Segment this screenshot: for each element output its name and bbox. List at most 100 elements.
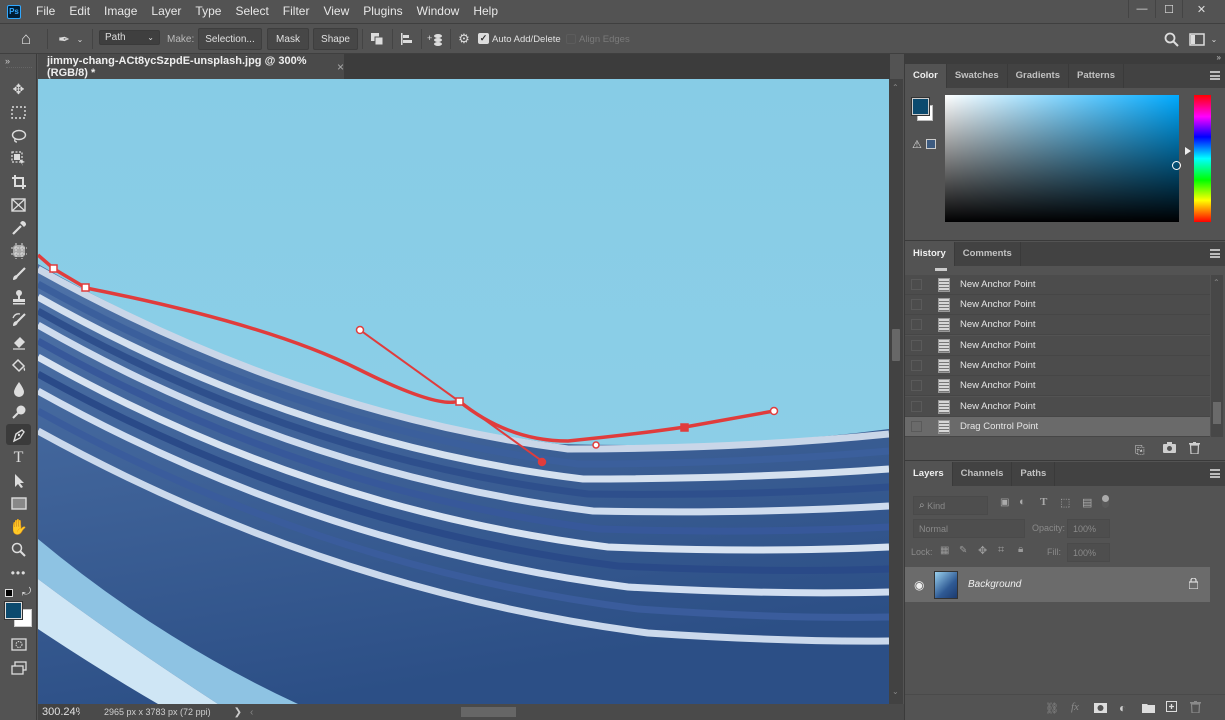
tab-comments[interactable]: Comments (955, 242, 1021, 266)
filter-smart-object-icon[interactable]: ▤ (1082, 496, 1092, 509)
hand-tool-icon[interactable]: ✋ (6, 516, 31, 537)
path-mode-select[interactable]: Path ⌄ (99, 30, 160, 45)
history-checkbox[interactable] (911, 380, 922, 391)
add-mask-icon[interactable] (1094, 702, 1107, 716)
scroll-left-icon[interactable]: ‹ (250, 707, 253, 718)
tab-channels[interactable]: Channels (953, 462, 1013, 486)
menu-window[interactable]: Window (410, 0, 467, 23)
history-item[interactable]: New Anchor Point (905, 336, 1210, 356)
path-alignment-icon[interactable] (399, 28, 415, 50)
collapse-panels-icon[interactable]: » (1217, 53, 1221, 62)
paint-bucket-tool-icon[interactable] (6, 355, 31, 376)
menu-plugins[interactable]: Plugins (356, 0, 409, 23)
lasso-tool-icon[interactable] (6, 125, 31, 146)
menu-layer[interactable]: Layer (144, 0, 188, 23)
history-checkbox[interactable] (911, 340, 922, 351)
screen-mode-icon[interactable] (6, 657, 31, 678)
menu-view[interactable]: View (316, 0, 356, 23)
workspace-icon[interactable] (1188, 28, 1206, 50)
scroll-up-icon[interactable]: ⌃ (892, 83, 899, 92)
more-tools-icon[interactable]: ••• (6, 562, 31, 583)
new-layer-icon[interactable] (1166, 701, 1177, 715)
menu-file[interactable]: File (29, 0, 62, 23)
filter-pixel-icon[interactable]: ▣ (1000, 497, 1009, 508)
zoom-level[interactable]: 300.24% (38, 704, 80, 720)
type-tool-icon[interactable]: T (6, 447, 31, 468)
new-document-from-state-icon[interactable]: ⎘ (1135, 443, 1145, 458)
history-item[interactable]: New Anchor Point (905, 376, 1210, 396)
link-layers-icon[interactable]: ⛓ (1045, 702, 1059, 715)
home-icon[interactable]: ⌂ (15, 28, 37, 50)
history-checkbox[interactable] (911, 401, 922, 412)
camera-icon[interactable] (1163, 442, 1176, 456)
chevron-down-icon[interactable]: ⌄ (1209, 28, 1219, 50)
menu-help[interactable]: Help (466, 0, 505, 23)
history-scrollbar-thumb[interactable] (1213, 402, 1221, 424)
align-edges-checkbox[interactable] (566, 34, 576, 44)
tab-history[interactable]: History (905, 242, 955, 266)
vertical-scrollbar[interactable]: ⌃ ⌄ (889, 79, 903, 704)
frame-tool-icon[interactable] (6, 194, 31, 215)
control-handle-point[interactable] (537, 457, 547, 467)
panel-menu-icon[interactable] (1210, 249, 1220, 258)
gamut-swatch[interactable] (926, 139, 936, 149)
menu-image[interactable]: Image (97, 0, 144, 23)
tab-layers[interactable]: Layers (905, 462, 953, 486)
trash-icon[interactable] (1189, 442, 1200, 457)
tab-gradients[interactable]: Gradients (1008, 64, 1069, 88)
status-menu-arrow[interactable]: ❯ (234, 707, 242, 718)
menu-type[interactable]: Type (188, 0, 228, 23)
scroll-down-icon[interactable]: ⌄ (892, 687, 899, 696)
tab-swatches[interactable]: Swatches (947, 64, 1008, 88)
lock-image-icon[interactable]: ✎ (959, 545, 967, 556)
zoom-tool-icon[interactable] (6, 539, 31, 560)
history-checkbox[interactable] (911, 360, 922, 371)
brush-tool-icon[interactable] (6, 263, 31, 284)
control-handle-point[interactable] (769, 406, 779, 416)
layer-name[interactable]: Background (968, 579, 1021, 590)
lock-all-icon[interactable]: 🔒︎ (1018, 544, 1023, 555)
canvas[interactable] (38, 79, 889, 704)
auto-add-delete-checkbox[interactable]: ✓ (478, 33, 489, 44)
make-mask-button[interactable]: Mask (267, 28, 309, 50)
filter-toggle[interactable] (1102, 495, 1109, 508)
anchor-point[interactable] (49, 264, 58, 273)
expand-toolbar-icon[interactable]: » (5, 56, 10, 66)
toolbar-grip[interactable] (6, 67, 32, 68)
fx-icon[interactable]: fx (1071, 701, 1079, 713)
visibility-eye-icon[interactable]: ◉ (914, 578, 934, 592)
dodge-tool-icon[interactable] (6, 401, 31, 422)
opacity-input[interactable]: 100% (1067, 519, 1110, 538)
gear-icon[interactable]: ⚙ (456, 28, 472, 50)
hue-slider-handle[interactable] (1185, 147, 1191, 155)
history-checkbox[interactable] (911, 279, 922, 290)
horizontal-scrollbar-thumb[interactable] (461, 707, 516, 717)
anchor-point[interactable] (81, 283, 90, 292)
eyedropper-tool-icon[interactable] (6, 217, 31, 238)
pen-tool-icon[interactable]: ✒ (54, 28, 74, 50)
close-tab-icon[interactable]: × (337, 60, 344, 74)
control-handle-point[interactable] (355, 325, 365, 335)
swap-colors-icon[interactable]: ⤾ (22, 586, 31, 599)
path-operations-icon[interactable] (369, 28, 385, 50)
history-scrollbar[interactable]: ⌃ (1211, 275, 1223, 437)
foreground-color-swatch[interactable] (4, 601, 23, 620)
control-handle-point[interactable] (592, 441, 600, 449)
hue-slider[interactable] (1194, 95, 1211, 222)
clone-stamp-tool-icon[interactable] (6, 286, 31, 307)
history-item[interactable]: New Anchor Point (905, 315, 1210, 335)
blend-mode-select[interactable]: Normal (913, 519, 1025, 538)
spot-healing-tool-icon[interactable] (6, 240, 31, 261)
tab-color[interactable]: Color (905, 64, 947, 88)
blur-tool-icon[interactable] (6, 378, 31, 399)
fill-input[interactable]: 100% (1067, 543, 1110, 562)
history-item[interactable]: New Anchor Point (905, 295, 1210, 315)
filter-adjustment-icon[interactable]: ◐ (1019, 496, 1026, 508)
close-button[interactable]: ✕ (1182, 0, 1220, 18)
filter-shape-icon[interactable]: ⬚ (1060, 496, 1070, 509)
layer-lock-icon[interactable] (1188, 576, 1199, 592)
folder-icon[interactable] (1142, 702, 1155, 716)
marquee-tool-icon[interactable] (6, 102, 31, 123)
history-item-selected[interactable]: Drag Control Point (905, 417, 1210, 437)
history-item[interactable]: New Anchor Point (905, 397, 1210, 417)
